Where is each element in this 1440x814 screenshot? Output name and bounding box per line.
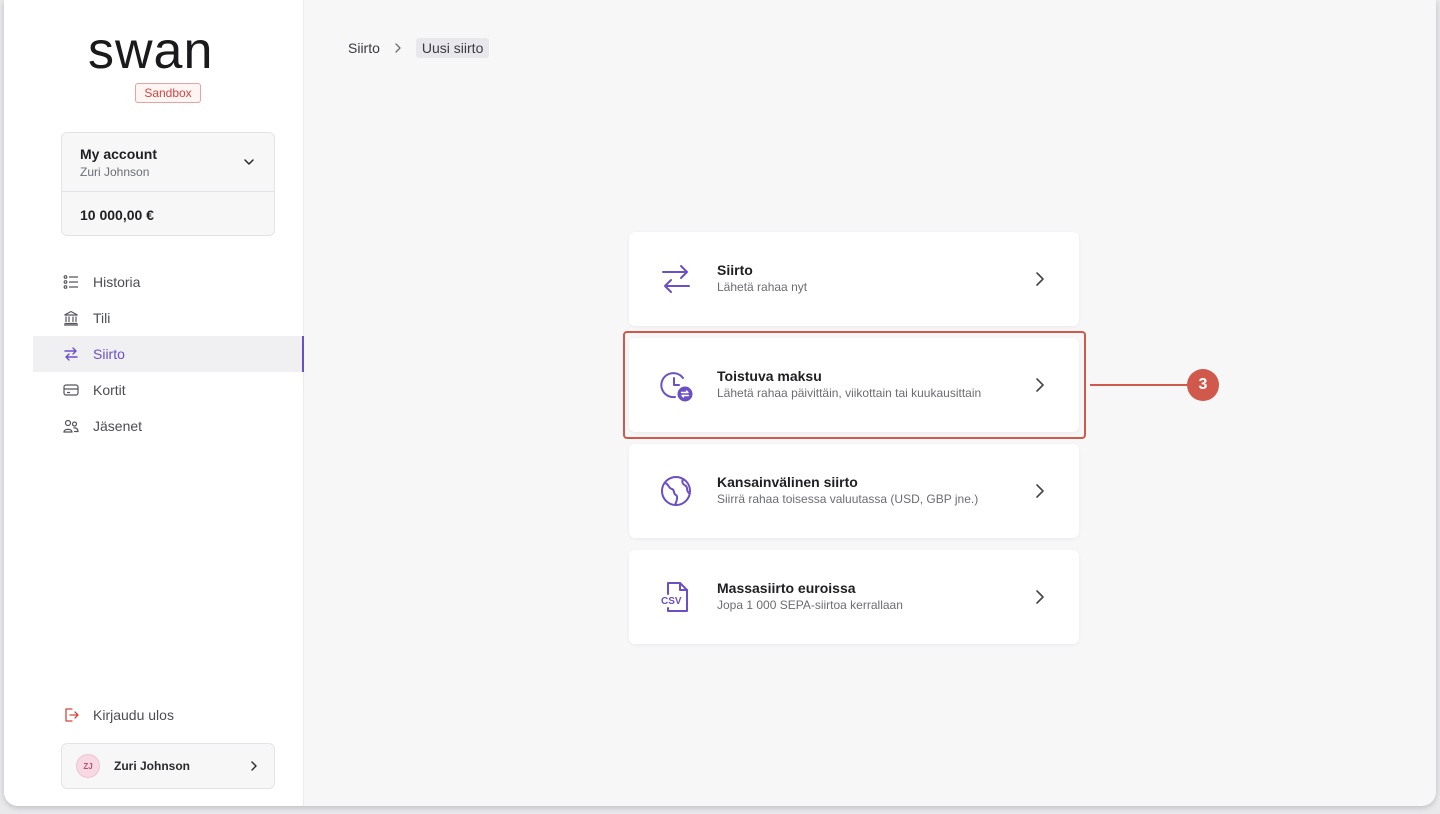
logout-label: Kirjaudu ulos — [93, 707, 174, 723]
option-toistuva-maksu[interactable]: Toistuva maksu Lähetä rahaa päivittäin, … — [629, 338, 1079, 432]
option-kansainvalinen-siirto[interactable]: Kansainvälinen siirto Siirrä rahaa toise… — [629, 444, 1079, 538]
sandbox-badge: Sandbox — [135, 83, 201, 103]
option-description: Siirrä rahaa toisessa valuutassa (USD, G… — [717, 492, 979, 506]
bank-icon — [64, 310, 78, 326]
sidebar-item-label: Historia — [93, 274, 141, 290]
user-name: Zuri Johnson — [114, 759, 190, 773]
option-title: Siirto — [717, 262, 753, 278]
account-name: My account — [80, 146, 158, 162]
breadcrumb: Siirto Uusi siirto — [348, 38, 490, 58]
transfer-arrows-icon — [662, 265, 690, 293]
option-description: Jopa 1 000 SEPA-siirtoa kerrallaan — [717, 598, 903, 612]
chevron-right-icon — [1036, 378, 1044, 392]
sidebar-item-tili[interactable]: Tili — [33, 300, 304, 336]
account-owner: Zuri Johnson — [80, 165, 150, 179]
chevron-right-icon — [395, 43, 401, 53]
account-header[interactable]: My account Zuri Johnson — [62, 133, 274, 192]
csv-file-icon: CSV — [661, 582, 688, 612]
chevron-right-icon — [1036, 590, 1044, 604]
option-description: Lähetä rahaa päivittäin, viikottain tai … — [717, 386, 982, 400]
option-title: Massasiirto euroissa — [717, 580, 856, 596]
step-number-badge: 3 — [1187, 369, 1219, 401]
user-profile-button[interactable]: ZJ Zuri Johnson — [61, 743, 275, 789]
option-description: Lähetä rahaa nyt — [717, 280, 808, 294]
logout-icon — [65, 708, 79, 722]
breadcrumb-current: Uusi siirto — [415, 38, 490, 58]
globe-icon — [661, 476, 691, 506]
members-icon — [63, 419, 79, 433]
chevron-right-icon — [1036, 272, 1044, 286]
account-switcher[interactable]: My account Zuri Johnson 10 000,00 € — [61, 132, 275, 236]
sidebar-item-label: Tili — [93, 310, 111, 326]
sidebar-item-jasenet[interactable]: Jäsenet — [33, 408, 304, 444]
sidebar-item-label: Kortit — [93, 382, 126, 398]
app-window: swan Sandbox My account Zuri Johnson 10 … — [4, 0, 1436, 806]
chevron-right-icon — [251, 761, 257, 771]
option-title: Kansainvälinen siirto — [717, 474, 858, 490]
chevron-right-icon — [1036, 484, 1044, 498]
sidebar-item-kortit[interactable]: Kortit — [33, 372, 304, 408]
sidebar-item-label: Jäsenet — [93, 418, 143, 434]
option-massasiirto[interactable]: CSV Massasiirto euroissa Jopa 1 000 SEPA… — [629, 550, 1079, 644]
callout-line — [1090, 384, 1188, 386]
swan-logo: swan — [88, 30, 213, 74]
sidebar-item-historia[interactable]: Historia — [33, 264, 304, 300]
sidebar-item-siirto[interactable]: Siirto — [33, 336, 304, 372]
avatar: ZJ — [76, 754, 100, 778]
svg-text:swan: swan — [88, 30, 213, 74]
breadcrumb-parent[interactable]: Siirto — [348, 40, 380, 56]
sidebar-nav: Historia Tili Siirto Kortit Jäsenet — [33, 264, 304, 444]
option-siirto[interactable]: Siirto Lähetä rahaa nyt — [629, 232, 1079, 326]
option-title: Toistuva maksu — [717, 368, 822, 384]
sidebar: swan Sandbox My account Zuri Johnson 10 … — [4, 0, 304, 806]
transfer-arrows-icon — [64, 347, 78, 361]
account-balance: 10 000,00 € — [80, 207, 154, 223]
recurring-clock-icon — [660, 372, 693, 402]
svg-text:CSV: CSV — [661, 596, 682, 607]
chevron-down-icon[interactable] — [242, 155, 256, 169]
card-icon — [63, 384, 79, 396]
logout-button[interactable]: Kirjaudu ulos — [63, 704, 174, 726]
sidebar-item-label: Siirto — [93, 346, 125, 362]
list-icon — [63, 275, 78, 289]
